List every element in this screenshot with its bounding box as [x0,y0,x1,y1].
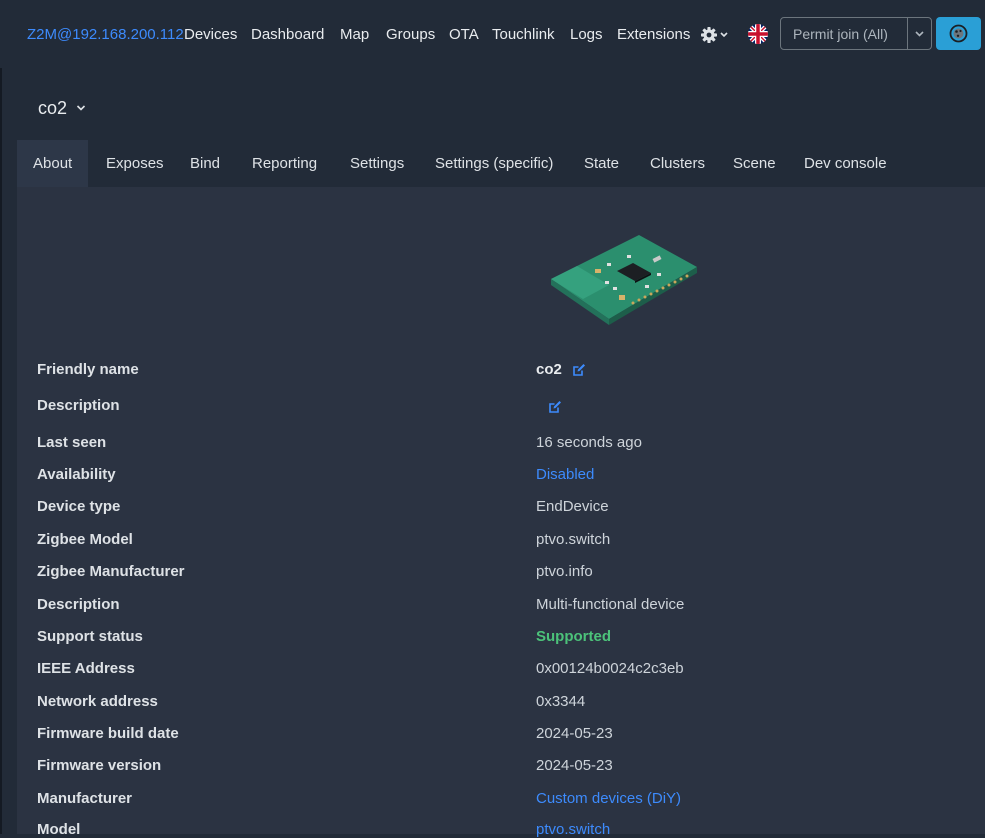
chevron-down-icon[interactable] [76,104,86,112]
device-name-dropdown[interactable]: co2 [38,98,67,119]
label-model: Model [37,821,81,838]
brand-link[interactable]: Z2M@192.168.200.112 [27,26,184,44]
language-selector[interactable] [748,24,768,44]
value-firmware-version: 2024-05-23 [536,757,613,774]
theme-toggle-icon [949,24,968,43]
nav-devices[interactable]: Devices [184,26,237,44]
device-tabs: About Exposes Bind Reporting Settings Se… [17,140,985,187]
settings-dropdown[interactable] [700,25,732,45]
chevron-down-icon [915,31,924,37]
value-friendly-name: co2 [536,361,562,378]
device-image [551,235,697,325]
tab-bind[interactable]: Bind [190,140,220,187]
permit-join-button[interactable]: Permit join (All) [793,26,888,42]
theme-toggle-button[interactable] [936,17,981,50]
about-panel: Friendly name co2 Description Last seen … [17,187,985,838]
label-device-type: Device type [37,498,121,515]
chevron-down-icon [720,32,728,38]
label-last-seen: Last seen [37,434,107,451]
tab-scene[interactable]: Scene [733,140,776,187]
permit-join-group: Permit join (All) [780,17,932,50]
tab-reporting[interactable]: Reporting [252,140,317,187]
edit-icon[interactable] [572,363,586,377]
value-zigbee-model: ptvo.switch [536,531,611,548]
nav-ota[interactable]: OTA [449,26,479,44]
tab-about[interactable]: About [17,140,89,187]
gear-icon [701,27,728,43]
nav-extensions[interactable]: Extensions [617,26,690,44]
value-manufacturer-link[interactable]: Custom devices (DiY) [536,790,681,807]
value-last-seen: 16 seconds ago [536,434,642,451]
label-availability: Availability [37,466,116,483]
tab-clusters[interactable]: Clusters [650,140,705,187]
nav-groups[interactable]: Groups [386,26,435,44]
label-support-status: Support status [37,628,143,645]
tab-settings-specific[interactable]: Settings (specific) [435,140,553,187]
tab-exposes[interactable]: Exposes [106,140,164,187]
nav-map[interactable]: Map [340,26,369,44]
label-zigbee-model: Zigbee Model [37,531,133,548]
value-device-type: EndDevice [536,498,609,515]
value-zigbee-manufacturer: ptvo.info [536,563,593,580]
value-network-address: 0x3344 [536,693,586,710]
value-support-status[interactable]: Supported [536,628,611,645]
value-firmware-build-date: 2024-05-23 [536,725,613,742]
label-firmware-build-date: Firmware build date [37,725,179,742]
window-edge [0,0,2,834]
value-availability-link[interactable]: Disabled [536,466,594,483]
permit-join-dropdown-toggle[interactable] [907,18,931,49]
label-model-description: Description [37,596,120,613]
value-model-description: Multi-functional device [536,596,685,613]
label-description: Description [37,397,120,414]
value-ieee-address: 0x00124b0024c2c3eb [536,660,684,677]
label-firmware-version: Firmware version [37,757,162,774]
nav-touchlink[interactable]: Touchlink [492,26,555,44]
value-model-link[interactable]: ptvo.switch [536,821,610,838]
tab-dev-console[interactable]: Dev console [804,140,887,187]
tab-state[interactable]: State [584,140,619,187]
label-ieee-address: IEEE Address [37,660,135,677]
label-friendly-name: Friendly name [37,361,139,378]
uk-flag-icon [748,24,768,44]
label-manufacturer: Manufacturer [37,790,133,807]
top-navbar: Z2M@192.168.200.112 Devices Dashboard Ma… [0,0,985,68]
label-network-address: Network address [37,693,158,710]
tab-settings[interactable]: Settings [350,140,404,187]
label-zigbee-manufacturer: Zigbee Manufacturer [37,563,185,580]
edit-icon[interactable] [548,400,562,414]
nav-dashboard[interactable]: Dashboard [251,26,324,44]
nav-logs[interactable]: Logs [570,26,603,44]
